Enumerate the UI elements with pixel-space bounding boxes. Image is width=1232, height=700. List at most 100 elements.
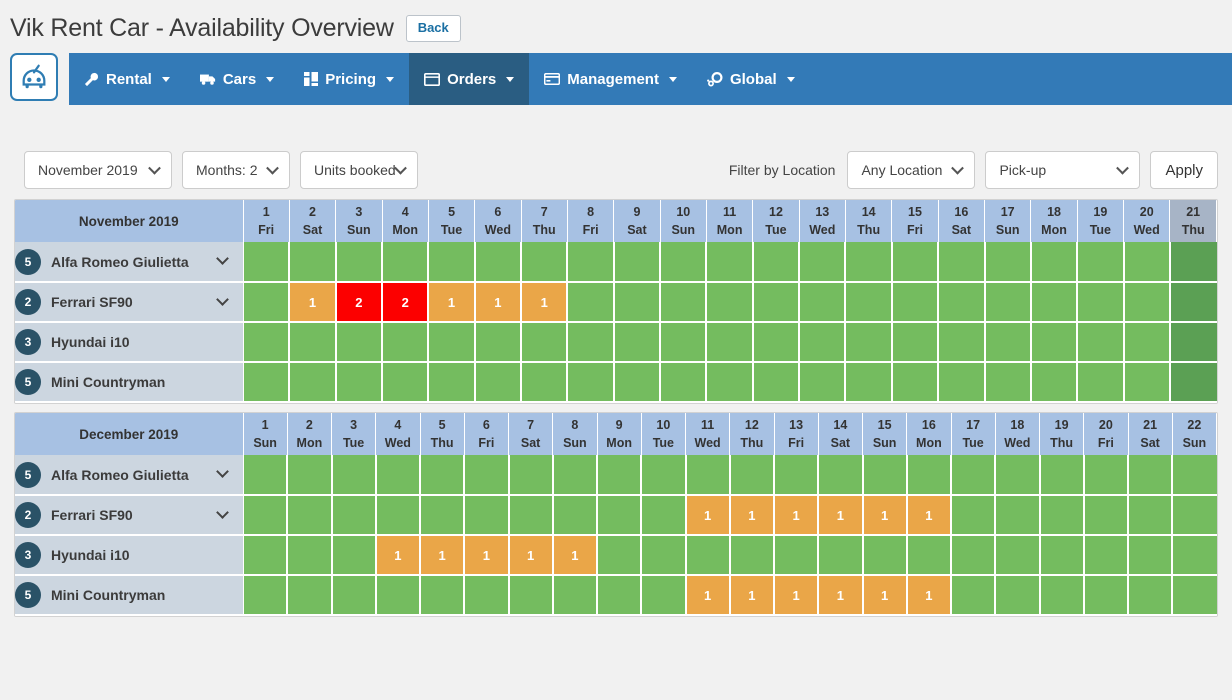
availability-cell[interactable]: [1030, 362, 1079, 403]
availability-cell[interactable]: 1: [685, 575, 731, 616]
availability-cell[interactable]: [613, 242, 662, 283]
availability-cell[interactable]: [474, 322, 523, 363]
availability-cell[interactable]: 1: [774, 495, 820, 536]
day-header-8[interactable]: 8 Sun: [552, 413, 598, 455]
chevron-down-icon[interactable]: [215, 292, 229, 306]
availability-cell[interactable]: [1083, 495, 1130, 536]
day-header-10[interactable]: 10 Sun: [660, 200, 707, 242]
availability-cell[interactable]: [243, 322, 291, 363]
availability-cell[interactable]: [951, 495, 997, 536]
availability-cell[interactable]: [1169, 322, 1217, 363]
month-select[interactable]: November 2019: [24, 151, 172, 189]
availability-cell[interactable]: [862, 535, 908, 576]
vik-rent-car-logo[interactable]: [10, 53, 58, 101]
availability-cell[interactable]: [938, 242, 986, 283]
availability-cell[interactable]: [1123, 362, 1171, 403]
day-header-19[interactable]: 19 Thu: [1039, 413, 1085, 455]
nav-item-management[interactable]: Management: [529, 53, 692, 105]
availability-cell[interactable]: [862, 455, 908, 496]
day-header-14[interactable]: 14 Thu: [845, 200, 893, 242]
day-header-20[interactable]: 20 Wed: [1123, 200, 1171, 242]
availability-cell[interactable]: [331, 575, 377, 616]
availability-cell[interactable]: [1169, 242, 1217, 283]
day-header-7[interactable]: 7 Sat: [508, 413, 554, 455]
availability-cell[interactable]: [382, 242, 430, 283]
availability-cell[interactable]: [382, 322, 430, 363]
availability-cell[interactable]: [335, 362, 384, 403]
availability-cell[interactable]: [1077, 362, 1125, 403]
availability-cell[interactable]: [1083, 455, 1130, 496]
availability-cell[interactable]: [906, 535, 953, 576]
availability-cell[interactable]: 2: [335, 282, 384, 323]
availability-cell[interactable]: 1: [420, 535, 466, 576]
availability-cell[interactable]: [984, 322, 1032, 363]
availability-cell[interactable]: [984, 362, 1032, 403]
availability-cell[interactable]: [729, 535, 776, 576]
availability-cell[interactable]: [508, 455, 554, 496]
availability-cell[interactable]: [706, 282, 754, 323]
availability-cell[interactable]: [984, 282, 1032, 323]
day-header-9[interactable]: 9 Mon: [597, 413, 642, 455]
nav-item-rental[interactable]: Rental: [69, 53, 185, 105]
vehicle-cell[interactable]: 5 Mini Countryman: [15, 362, 244, 403]
availability-cell[interactable]: [660, 282, 708, 323]
availability-cell[interactable]: 1: [818, 575, 864, 616]
availability-cell[interactable]: [289, 362, 337, 403]
availability-cell[interactable]: [660, 322, 708, 363]
availability-cell[interactable]: [375, 495, 422, 536]
vehicle-cell[interactable]: 3 Hyundai i10: [15, 535, 244, 576]
availability-cell[interactable]: [706, 362, 754, 403]
availability-cell[interactable]: [951, 535, 997, 576]
availability-cell[interactable]: [375, 575, 422, 616]
availability-cell[interactable]: [597, 455, 643, 496]
day-header-10[interactable]: 10 Tue: [641, 413, 687, 455]
availability-cell[interactable]: [818, 535, 864, 576]
availability-cell[interactable]: [752, 362, 801, 403]
availability-cell[interactable]: [891, 322, 940, 363]
availability-cell[interactable]: [243, 495, 289, 536]
availability-cell[interactable]: [845, 362, 893, 403]
availability-cell[interactable]: [464, 575, 510, 616]
day-header-16[interactable]: 16 Mon: [906, 413, 952, 455]
availability-cell[interactable]: [464, 455, 510, 496]
nav-item-global[interactable]: Global: [692, 53, 810, 105]
availability-cell[interactable]: 1: [906, 495, 953, 536]
availability-cell[interactable]: [474, 362, 523, 403]
availability-cell[interactable]: [1123, 242, 1171, 283]
availability-cell[interactable]: [289, 242, 337, 283]
availability-cell[interactable]: [845, 322, 893, 363]
availability-cell[interactable]: [1077, 242, 1125, 283]
availability-cell[interactable]: [891, 282, 940, 323]
availability-cell[interactable]: [799, 242, 847, 283]
back-button[interactable]: Back: [405, 15, 461, 42]
day-header-12[interactable]: 12 Thu: [729, 413, 775, 455]
availability-cell[interactable]: 1: [464, 535, 510, 576]
day-header-12[interactable]: 12 Tue: [752, 200, 800, 242]
availability-cell[interactable]: [1039, 575, 1085, 616]
availability-cell[interactable]: [641, 575, 687, 616]
day-header-18[interactable]: 18 Mon: [1030, 200, 1078, 242]
availability-cell[interactable]: [1123, 282, 1171, 323]
day-header-21[interactable]: 21 Thu: [1169, 200, 1217, 242]
availability-cell[interactable]: [1128, 535, 1174, 576]
availability-cell[interactable]: [613, 322, 662, 363]
day-header-5[interactable]: 5 Thu: [420, 413, 465, 455]
pickup-select[interactable]: Pick-up: [985, 151, 1141, 189]
availability-cell[interactable]: [1039, 535, 1085, 576]
vehicle-cell[interactable]: 3 Hyundai i10: [15, 322, 244, 363]
nav-item-cars[interactable]: Cars: [185, 53, 289, 105]
availability-cell[interactable]: 1: [862, 575, 908, 616]
availability-cell[interactable]: [891, 242, 940, 283]
availability-cell[interactable]: [1169, 362, 1217, 403]
availability-cell[interactable]: 1: [508, 535, 554, 576]
chevron-down-icon[interactable]: [215, 465, 229, 478]
availability-cell[interactable]: [243, 455, 289, 496]
apply-button[interactable]: Apply: [1150, 151, 1218, 189]
availability-cell[interactable]: [1083, 575, 1130, 616]
availability-cell[interactable]: 1: [289, 282, 337, 323]
availability-cell[interactable]: [428, 322, 476, 363]
availability-cell[interactable]: [706, 322, 754, 363]
availability-cell[interactable]: [752, 282, 801, 323]
chevron-down-icon[interactable]: [215, 505, 229, 519]
availability-cell[interactable]: [1169, 282, 1217, 323]
